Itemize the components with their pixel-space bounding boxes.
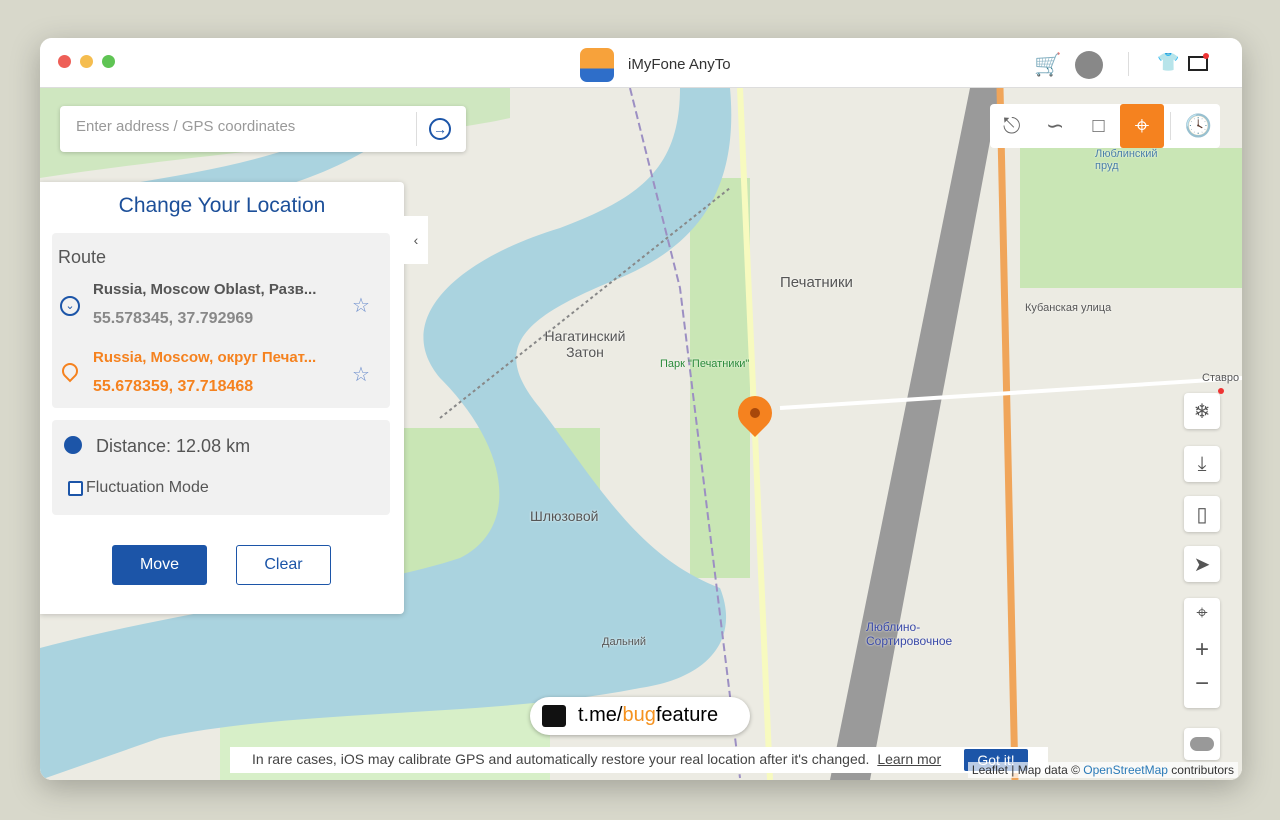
attribution-text: Leaflet | Map data © (971, 763, 1084, 777)
map-label: Люблино-Сортировочное (866, 620, 953, 648)
map-attribution: Leaflet | Map data © OpenStreetMap contr… (967, 762, 1238, 778)
two-spot-mode-icon[interactable]: ∽ (1033, 104, 1076, 148)
map[interactable]: Нагатинский Затон Печатники Шлюзовой Дал… (40, 88, 1242, 780)
address-search-input[interactable] (76, 118, 406, 135)
multi-spot-mode-icon[interactable]: □ (1077, 104, 1120, 148)
maximize-window-button[interactable] (102, 55, 115, 68)
minimize-window-button[interactable] (80, 55, 93, 68)
freeze-snowflake-icon[interactable]: ❄ (1184, 393, 1220, 429)
map-label: Кубанская улица (1025, 302, 1112, 314)
map-label: Печатники (780, 274, 853, 291)
end-location-name: Russia, Moscow, округ Печат... (93, 349, 317, 366)
map-label: Люблинский пруд (1095, 148, 1158, 172)
map-label: Парк "Печатники" (660, 358, 750, 370)
device-phone-icon[interactable]: ▯ (1184, 496, 1220, 532)
watermark-highlight: bug (622, 704, 656, 726)
toggle-switch-icon[interactable] (1184, 728, 1220, 760)
space-invader-icon (542, 705, 566, 727)
navigate-arrow-icon[interactable]: ➤ (1184, 546, 1220, 582)
zoom-out-button[interactable]: − (1195, 670, 1209, 704)
distance-box: Distance: 12.08 km Fluctuation Mode (52, 420, 390, 515)
cart-icon[interactable]: 🛒 (1034, 52, 1061, 78)
favorite-start-star-icon[interactable]: ☆ (352, 293, 370, 318)
app-logo-icon (580, 48, 614, 82)
route-label: Route (58, 247, 107, 267)
distance-route-icon (64, 436, 82, 454)
end-coordinates: 55.678359, 37.718468 (93, 378, 254, 395)
zoom-in-button[interactable]: + (1195, 636, 1209, 670)
map-label: Шлюзовой (530, 508, 599, 524)
move-button[interactable]: Move (112, 545, 207, 585)
watermark-badge: t.me/bugfeature (530, 697, 750, 735)
search-go-arrow-icon[interactable]: → (429, 118, 451, 140)
skin-shirt-icon[interactable]: 👕 (1157, 52, 1179, 73)
divider (416, 112, 417, 146)
divider (1128, 52, 1129, 76)
close-window-button[interactable] (58, 55, 71, 68)
attribution-suffix: contributors (1167, 763, 1234, 777)
change-location-panel: Change Your Location ‹ Route ⌄ Russia, M… (40, 182, 428, 614)
start-coordinates: 55.578345, 37.792969 (93, 310, 254, 327)
divider (1169, 112, 1171, 140)
import-download-icon[interactable]: ⤓ (1184, 446, 1220, 482)
account-avatar-icon[interactable] (1075, 51, 1103, 79)
freeze-notification-dot (1218, 388, 1224, 394)
locate-me-icon[interactable]: ⌖ (1196, 602, 1207, 636)
end-point-pin-icon (58, 359, 82, 383)
teleport-mode-icon[interactable]: ⎋ (990, 104, 1033, 148)
fluctuation-mode-checkbox[interactable] (68, 481, 83, 496)
collapse-panel-button[interactable]: ‹ (404, 216, 428, 264)
mode-toolbar: ⎋ ∽ □ ⌖ 🕓 (990, 104, 1220, 148)
panel-title: Change Your Location (118, 194, 326, 217)
map-label: Нагатинский Затон (544, 328, 626, 360)
start-location-name: Russia, Moscow Oblast, Разв... (93, 281, 317, 298)
notification-dot (1203, 53, 1209, 59)
gps-notice-bar: In rare cases, iOS may calibrate GPS and… (230, 747, 1048, 773)
title-bar: iMyFone AnyTo 🛒 👕 (40, 38, 1242, 88)
start-point-icon: ⌄ (60, 296, 80, 316)
distance-text: Distance: 12.08 km (96, 436, 251, 456)
notice-text: In rare cases, iOS may calibrate GPS and… (252, 751, 870, 767)
map-label: Ставро (1202, 372, 1240, 384)
address-search: → (60, 106, 466, 152)
joystick-target-mode-icon[interactable]: ⌖ (1120, 104, 1164, 148)
app-window: iMyFone AnyTo 🛒 👕 Нагатинский Затон Печа… (40, 38, 1242, 780)
history-icon[interactable]: 🕓 (1177, 104, 1220, 148)
route-box: Route ⌄ Russia, Moscow Oblast, Разв... 5… (52, 233, 390, 408)
watermark-text: t.me/ (578, 704, 623, 726)
learn-more-link[interactable]: Learn mor (877, 751, 941, 767)
favorite-end-star-icon[interactable]: ☆ (352, 362, 370, 387)
app-title: iMyFone AnyTo (628, 56, 731, 73)
clear-button[interactable]: Clear (236, 545, 331, 585)
map-label: Дальний (602, 636, 647, 648)
fluctuation-mode-label: Fluctuation Mode (86, 479, 209, 496)
watermark-text-end: feature (655, 704, 719, 726)
openstreetmap-link[interactable]: OpenStreetMap (1083, 763, 1168, 777)
zoom-controls: ⌖ + − (1184, 598, 1220, 708)
